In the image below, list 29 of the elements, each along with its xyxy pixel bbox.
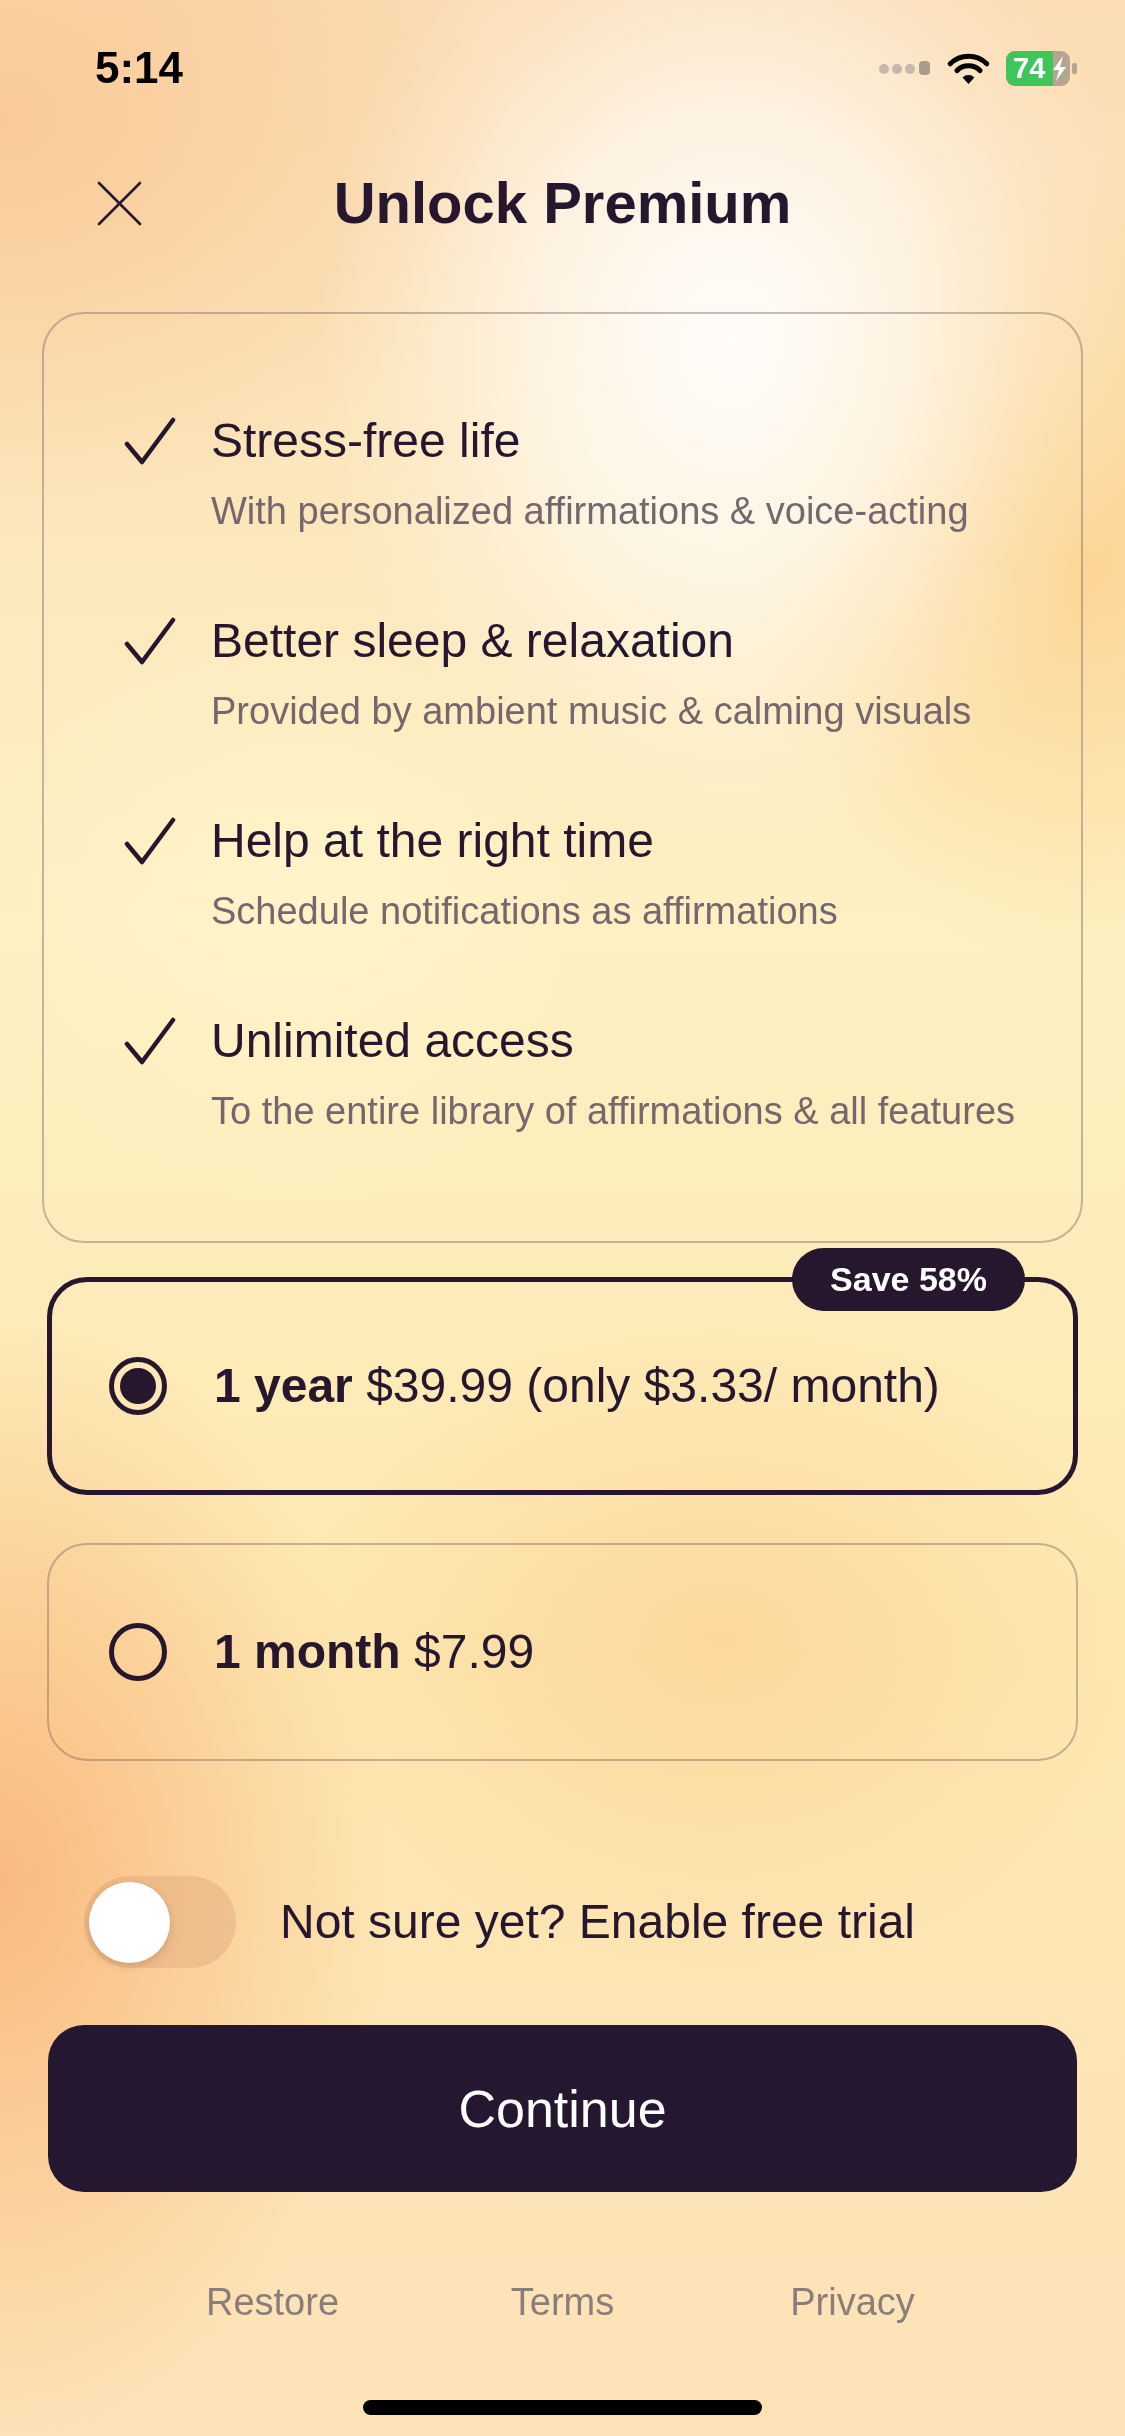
screen-title: Unlock Premium [333, 169, 792, 237]
feature-title: Help at the right time [211, 813, 654, 869]
feature-description: Schedule notifications as affirmations [211, 889, 838, 934]
feature-title: Stress-free life [211, 413, 521, 469]
home-indicator[interactable] [363, 2400, 762, 2415]
feature-title: Better sleep & relaxation [211, 613, 734, 669]
plan-option[interactable]: 1 month $7.99 [47, 1543, 1078, 1761]
feature-description: With personalized affirmations & voice-acting [211, 489, 969, 534]
wifi-icon [946, 51, 991, 85]
plan-label: 1 month $7.99 [214, 1624, 535, 1680]
battery-icon [1006, 50, 1077, 86]
continue-button[interactable]: Continue [48, 2025, 1077, 2192]
trial-label: Not sure yet? Enable free trial [280, 1894, 915, 1950]
plan-label: 1 year $39.99 (only $3.33/ month) [214, 1358, 940, 1414]
check-icon [124, 1017, 176, 1065]
close-icon [97, 180, 142, 226]
save-badge: Save 58% [792, 1248, 1025, 1311]
feature-description: Provided by ambient music & calming visuals [211, 689, 972, 734]
status-time: 5:14 [95, 42, 184, 94]
feature-title: Unlimited access [211, 1013, 574, 1069]
battery-percent: 74 [1013, 50, 1046, 86]
radio-icon [109, 1623, 167, 1681]
check-icon [124, 617, 176, 665]
check-icon [124, 417, 176, 465]
feature-description: To the entire library of affirmations & all features [211, 1089, 1015, 1134]
signal-icon [879, 60, 931, 76]
radio-icon [109, 1357, 167, 1415]
close-button[interactable] [97, 180, 142, 226]
check-icon [124, 817, 176, 865]
